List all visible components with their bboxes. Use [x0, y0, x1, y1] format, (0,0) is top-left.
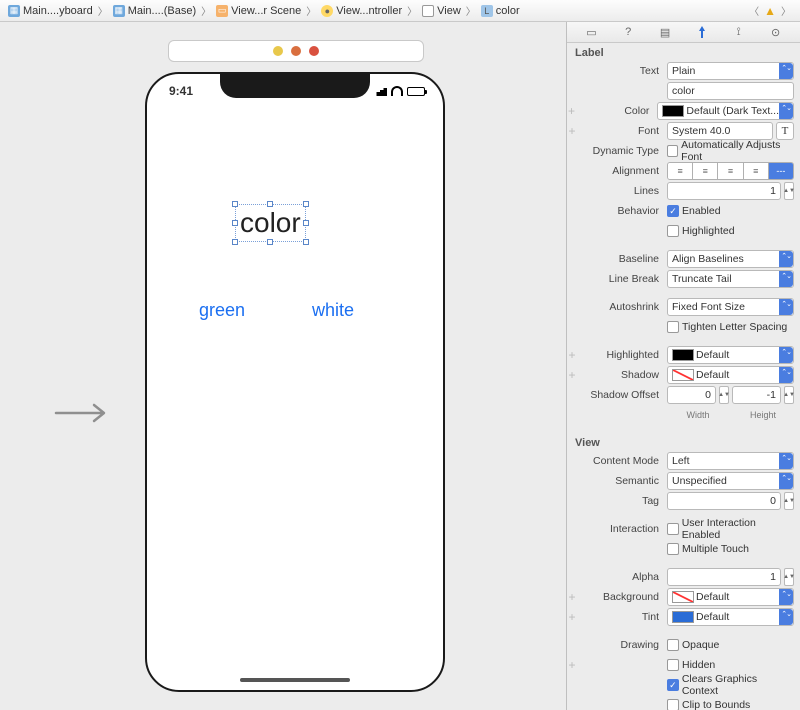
nav-back-icon[interactable]: 〈 — [748, 3, 760, 18]
color-swatch-icon — [662, 105, 684, 117]
notch — [220, 74, 370, 98]
tab-connections[interactable]: ⊙ — [766, 22, 786, 42]
highlighted-swatch-icon — [672, 349, 694, 361]
alpha-field[interactable]: 1 — [667, 568, 781, 586]
tint-popup[interactable]: Default — [667, 608, 794, 626]
font-picker-button[interactable]: T — [776, 122, 794, 140]
clip-checkbox[interactable] — [667, 699, 679, 710]
autoshrink-popup[interactable]: Fixed Font Size — [667, 298, 794, 316]
selected-uilabel[interactable]: color — [235, 204, 306, 242]
status-icons — [373, 86, 425, 96]
inspector-panel: ▭ ? ▤ ⟟ ⊙ Label TextPlain color +ColorDe… — [566, 22, 800, 710]
crumb-view[interactable]: View — [418, 5, 465, 17]
tab-file[interactable]: ▭ — [581, 22, 601, 42]
tint-swatch-icon — [672, 611, 694, 623]
enabled-checkbox[interactable]: ✓ — [667, 205, 679, 217]
text-type-popup[interactable]: Plain — [667, 62, 794, 80]
background-popup[interactable]: Default — [667, 588, 794, 606]
dyntype-checkbox[interactable] — [667, 145, 678, 157]
button-green[interactable]: green — [199, 300, 245, 321]
scene-dot-1 — [273, 46, 283, 56]
lines-stepper[interactable]: ▲▼ — [784, 182, 794, 200]
user-interaction-checkbox[interactable] — [667, 523, 679, 535]
tighten-checkbox[interactable] — [667, 321, 679, 333]
opaque-checkbox[interactable] — [667, 639, 679, 651]
semantic-popup[interactable]: Unspecified — [667, 472, 794, 490]
font-field[interactable]: System 40.0 — [667, 122, 773, 140]
alpha-stepper[interactable]: ▲▼ — [784, 568, 794, 586]
breadcrumb-bar: ▦Main....yboard〉 ▦Main....(Base)〉 ▭View.… — [0, 0, 800, 22]
signal-icon — [373, 86, 387, 96]
clears-checkbox[interactable]: ✓ — [667, 679, 679, 691]
add-drawing[interactable]: + — [567, 658, 577, 672]
tab-identity[interactable]: ▤ — [655, 22, 675, 42]
shadow-popup[interactable]: Default — [667, 366, 794, 384]
text-value-field[interactable]: color — [667, 82, 794, 100]
canvas[interactable]: 9:41 color green white — [0, 22, 566, 710]
crumb-storyboard[interactable]: ▦Main....yboard — [4, 5, 97, 17]
tab-attributes[interactable] — [692, 22, 712, 42]
shadow-width-field[interactable]: 0 — [667, 386, 716, 404]
crumb-scene[interactable]: ▭View...r Scene — [212, 5, 305, 17]
inspector-tabs: ▭ ? ▤ ⟟ ⊙ — [567, 22, 800, 43]
tag-field[interactable]: 0 — [667, 492, 781, 510]
bg-swatch-icon — [672, 591, 694, 603]
tab-size[interactable]: ⟟ — [729, 22, 749, 42]
section-label: Label — [567, 43, 800, 61]
add-tint[interactable]: + — [567, 610, 577, 624]
section-view: View — [567, 433, 800, 451]
crumb-base[interactable]: ▦Main....(Base) — [109, 5, 200, 17]
alignment-segmented[interactable]: ≡≡≡≡--- — [667, 162, 794, 180]
tag-stepper[interactable]: ▲▼ — [784, 492, 794, 510]
add-color[interactable]: + — [567, 104, 576, 118]
add-background[interactable]: + — [567, 590, 577, 604]
multitouch-checkbox[interactable] — [667, 543, 679, 555]
linebreak-popup[interactable]: Truncate Tail — [667, 270, 794, 288]
battery-icon — [407, 87, 425, 96]
status-time: 9:41 — [169, 84, 193, 98]
shadow-swatch-icon — [672, 369, 694, 381]
highlighted-checkbox[interactable] — [667, 225, 679, 237]
crumb-label[interactable]: Lcolor — [477, 5, 524, 17]
crumb-vc[interactable]: ●View...ntroller — [317, 5, 406, 17]
content-mode-popup[interactable]: Left — [667, 452, 794, 470]
warning-icon[interactable]: ▲ — [764, 4, 776, 18]
shadow-height-stepper[interactable]: ▲▼ — [784, 386, 794, 404]
highlighted-popup[interactable]: Default — [667, 346, 794, 364]
text-label: Text — [581, 65, 663, 77]
shadow-height-field[interactable]: -1 — [732, 386, 781, 404]
scene-dot-3 — [309, 46, 319, 56]
scene-title-bar[interactable] — [168, 40, 424, 62]
add-font[interactable]: + — [567, 124, 577, 138]
wifi-icon — [391, 86, 403, 96]
color-popup[interactable]: Default (Dark Text... — [657, 102, 794, 120]
hidden-checkbox[interactable] — [667, 659, 679, 671]
phone-frame: 9:41 color green white — [145, 72, 445, 692]
baseline-popup[interactable]: Align Baselines — [667, 250, 794, 268]
shadow-width-stepper[interactable]: ▲▼ — [719, 386, 729, 404]
button-white[interactable]: white — [312, 300, 354, 321]
entry-arrow-icon — [54, 402, 112, 427]
add-highlighted[interactable]: + — [567, 348, 577, 362]
scene-dot-2 — [291, 46, 301, 56]
tab-help[interactable]: ? — [618, 22, 638, 42]
home-indicator — [240, 678, 350, 682]
lines-field[interactable]: 1 — [667, 182, 781, 200]
nav-fwd-icon[interactable]: 〉 — [780, 3, 792, 18]
add-shadow[interactable]: + — [567, 368, 577, 382]
